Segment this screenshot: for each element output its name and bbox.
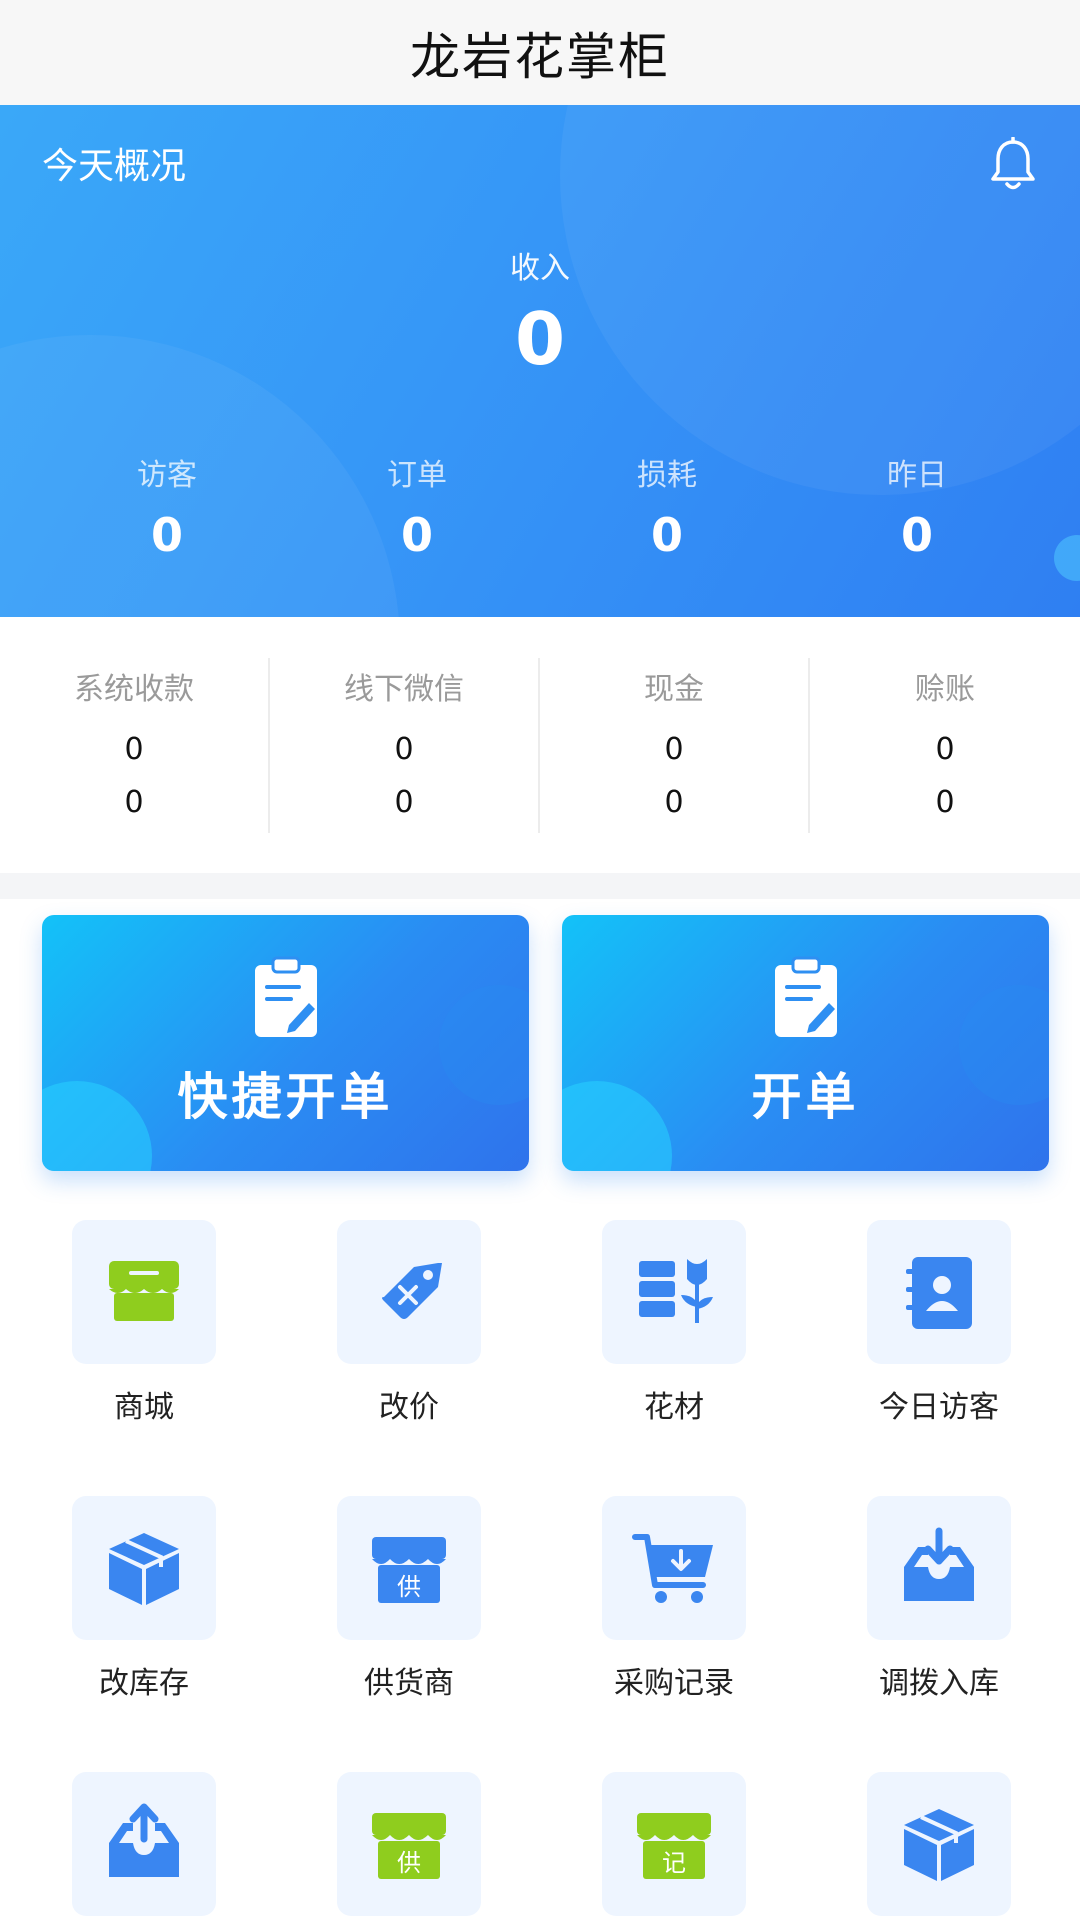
stat-visitors[interactable]: 访客 0 (42, 450, 292, 562)
grid-item-change-price[interactable]: 改价 (309, 1220, 509, 1426)
payment-offline-wechat: 线下微信 0 0 (270, 657, 540, 833)
box-icon (109, 1533, 179, 1605)
supplier-store-icon: 供 (372, 1537, 446, 1603)
stat-value: 0 (900, 508, 933, 562)
income-label: 收入 (510, 251, 570, 286)
grid-item-transfer-in[interactable]: 调拨入库 (839, 1496, 1039, 1702)
payment-value: 0 (124, 731, 144, 767)
grid-item-supplier[interactable]: 供 供货商 (309, 1496, 509, 1702)
open-order-button[interactable]: 开单 (562, 915, 1049, 1171)
stat-value: 0 (400, 508, 433, 562)
overview-stats: 访客 0 订单 0 损耗 0 昨日 0 (0, 450, 1080, 562)
payment-value: 0 (935, 731, 955, 767)
grid-item-transfer-out[interactable] (44, 1772, 244, 1920)
grid-label: 花材 (644, 1390, 704, 1425)
stat-label: 损耗 (637, 458, 697, 493)
grid-item-record[interactable]: 记 (574, 1772, 774, 1920)
clipboard-edit-icon (254, 956, 317, 1037)
grid-label: 采购记录 (614, 1666, 734, 1701)
grid-item-supplier-green[interactable]: 供 (309, 1772, 509, 1920)
inbox-out-icon (109, 1803, 179, 1877)
payment-value: 0 (664, 731, 684, 767)
inbox-in-icon (904, 1527, 974, 1601)
payment-credit: 赊账 0 0 (810, 658, 1080, 833)
grid-label: 商城 (114, 1390, 174, 1425)
svg-text:记: 记 (662, 1849, 686, 1877)
overview-panel: 今天概况 收入 0 访客 0 订单 0 损耗 0 昨日 0 (0, 105, 1080, 617)
grid-label: 改库存 (99, 1666, 189, 1701)
payment-value: 0 (935, 784, 955, 820)
stat-value: 0 (150, 508, 183, 562)
grid-label: 调拨入库 (879, 1666, 999, 1701)
payment-value: 0 (394, 784, 414, 820)
grid-item-stock-box[interactable] (839, 1772, 1039, 1920)
stat-label: 订单 (387, 458, 447, 493)
svg-text:供: 供 (397, 1573, 421, 1601)
grid-item-purchase-record[interactable]: 采购记录 (574, 1496, 774, 1702)
svg-text:供: 供 (397, 1849, 421, 1877)
stat-yesterday[interactable]: 昨日 0 (792, 450, 1042, 562)
payment-value: 0 (394, 731, 414, 767)
record-store-icon: 记 (637, 1813, 711, 1879)
grid-item-change-stock[interactable]: 改库存 (44, 1496, 244, 1702)
overview-title: 今天概况 (42, 146, 187, 187)
grid-item-flower-material[interactable]: 花材 (574, 1220, 774, 1426)
payment-label: 线下微信 (344, 671, 464, 707)
grid-item-mall[interactable]: 商城 (44, 1220, 244, 1426)
box-icon (904, 1809, 974, 1881)
stat-label: 昨日 (887, 458, 947, 493)
stat-orders[interactable]: 订单 0 (292, 450, 542, 562)
grid-item-today-visitors[interactable]: 今日访客 (839, 1220, 1039, 1426)
supplier-store-green-icon: 供 (372, 1813, 446, 1879)
stat-value: 0 (650, 508, 683, 562)
quick-order-label: 快捷开单 (177, 1068, 394, 1126)
price-tag-icon (382, 1263, 442, 1319)
grid-label: 改价 (379, 1390, 439, 1425)
title-bar: 龙岩花掌柜 (0, 0, 1080, 105)
grid-label: 供货商 (364, 1666, 454, 1701)
flower-material-icon (639, 1259, 713, 1323)
stat-label: 访客 (137, 458, 197, 493)
income-value: 0 (514, 297, 566, 381)
payment-cash: 现金 0 0 (540, 657, 810, 833)
payment-label: 系统收款 (74, 671, 194, 707)
cart-icon (632, 1534, 713, 1603)
open-order-label: 开单 (751, 1068, 860, 1126)
store-icon (109, 1261, 179, 1321)
payment-value: 0 (664, 784, 684, 820)
payment-label: 赊账 (914, 671, 975, 707)
payment-breakdown: 系统收款 0 0 线下微信 0 0 现金 0 0 赊账 0 0 (0, 617, 1080, 873)
section-divider (0, 873, 1080, 899)
contact-book-icon (906, 1257, 972, 1329)
payment-value: 0 (124, 784, 144, 820)
stat-loss[interactable]: 损耗 0 (542, 450, 792, 562)
app-title: 龙岩花掌柜 (410, 27, 670, 86)
payment-system: 系统收款 0 0 (0, 657, 270, 833)
clipboard-edit-icon (774, 956, 837, 1037)
payment-label: 现金 (644, 671, 704, 707)
grid-label: 今日访客 (879, 1390, 999, 1425)
quick-order-button[interactable]: 快捷开单 (42, 915, 529, 1171)
bell-icon[interactable] (988, 137, 1038, 193)
